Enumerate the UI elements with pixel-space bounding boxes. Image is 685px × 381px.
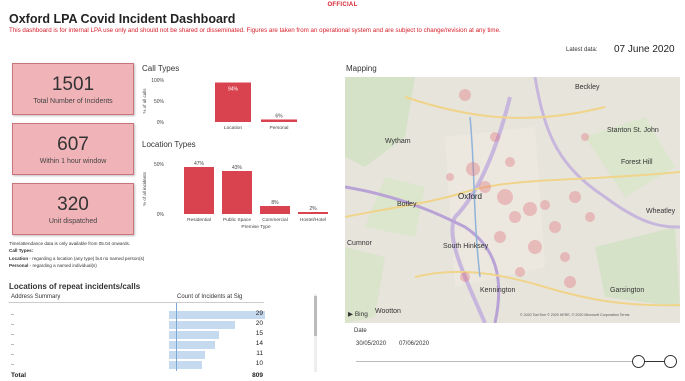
x-axis-label: Premise Type xyxy=(241,224,271,230)
mapping-title: Mapping xyxy=(346,64,377,73)
map-label-botley: Botley xyxy=(397,201,417,208)
kpi-value: 1501 xyxy=(51,74,95,95)
bar xyxy=(222,171,252,214)
date-slider-track[interactable] xyxy=(356,361,640,362)
latest-data-value: 07 June 2020 xyxy=(614,44,675,55)
disclaimer-text: This dashboard is for internal LPA use o… xyxy=(9,27,501,34)
notes-location-desc: - regarding a location (any type) but no… xyxy=(28,255,145,261)
kpi-label: Total Number of Incidents xyxy=(33,98,113,105)
table-row-count[interactable]: 10 xyxy=(169,360,265,367)
bar xyxy=(184,167,214,214)
map-copyright[interactable]: © 2020 TomTom © 2020 HERE, © 2020 Micros… xyxy=(520,313,629,317)
map-label-wootton: Wootton xyxy=(375,308,401,315)
date-end-input[interactable]: 07/06/2020 xyxy=(399,339,429,350)
header-divider xyxy=(9,302,264,303)
location-types-title: Location Types xyxy=(142,140,196,149)
total-value: 809 xyxy=(252,372,263,379)
y-axis-label: % of all calls xyxy=(142,88,147,114)
notes-personal-desc: - regarding a named individual(s) xyxy=(28,263,97,269)
repeat-locations-title: Locations of repeat incidents/calls xyxy=(9,282,141,291)
notes-location-term: Location xyxy=(9,255,29,261)
row-marker xyxy=(11,354,14,355)
map-label-oxford: Oxford xyxy=(458,192,483,201)
y-axis-label: % of all incidents xyxy=(142,171,147,206)
row-marker xyxy=(11,364,14,365)
bar xyxy=(298,212,328,214)
y-tick-label: 100% xyxy=(151,78,164,84)
repeat-locations-table[interactable]: Address Summary Count of Incidents at Si… xyxy=(9,294,317,380)
table-row-count[interactable]: 20 xyxy=(169,320,265,327)
kpi-value: 320 xyxy=(57,194,89,215)
map-label-wytham: Wytham xyxy=(385,138,411,145)
date-filter-label: Date xyxy=(354,328,367,334)
incident-map[interactable]: Beckley Wytham Stanton St. John Forest H… xyxy=(345,77,680,323)
data-label: 94% xyxy=(228,87,239,93)
kpi-card-within-hour[interactable]: 607 Within 1 hour window xyxy=(12,123,134,175)
data-label: 6% xyxy=(275,113,283,119)
column-marker xyxy=(176,303,177,371)
bar xyxy=(261,119,297,122)
x-tick-label: Personal xyxy=(270,125,289,131)
data-label: 43% xyxy=(232,165,243,171)
table-row-count[interactable]: 15 xyxy=(169,330,265,337)
map-label-garsington: Garsington xyxy=(610,287,645,294)
map-label-stanton: Stanton St. John xyxy=(607,127,659,134)
x-tick-label: Residential xyxy=(187,217,211,223)
x-tick-label: Commercial xyxy=(262,217,288,223)
col-header-count[interactable]: Count of Incidents at Sig xyxy=(177,294,242,300)
kpi-card-total-incidents[interactable]: 1501 Total Number of Incidents xyxy=(12,63,134,115)
notes-call-types-heading: Call Types: xyxy=(9,248,34,254)
call-types-title: Call Types xyxy=(142,64,180,73)
map-label-wheatley: Wheatley xyxy=(646,208,676,215)
col-header-address[interactable]: Address Summary xyxy=(11,294,60,300)
table-row-count[interactable]: 29 xyxy=(169,310,265,317)
bing-label: Bing xyxy=(354,311,368,318)
row-marker xyxy=(11,314,14,315)
location-types-chart[interactable]: % of all incidents 50% 0% 47% Residential 43%… xyxy=(140,152,330,240)
kpi-value: 607 xyxy=(57,134,89,155)
kpi-label: Unit dispatched xyxy=(48,218,98,225)
bing-icon: ▶ xyxy=(348,311,353,318)
y-tick-label: 0% xyxy=(157,212,165,218)
date-start-input[interactable]: 30/05/2020 xyxy=(356,339,386,350)
page-title: Oxford LPA Covid Incident Dashboard xyxy=(9,12,236,26)
map-label-cumnor: Cumnor xyxy=(347,240,372,247)
y-tick-label: 50% xyxy=(154,162,165,168)
table-scroll-thumb[interactable] xyxy=(314,296,317,336)
date-slider-end-handle[interactable] xyxy=(664,355,677,368)
y-tick-label: 50% xyxy=(154,99,165,105)
call-types-chart[interactable]: % of all calls 100% 50% 0% 94% Location 6% Pers… xyxy=(140,76,310,138)
x-tick-label: Hostel/Hotel xyxy=(300,217,326,223)
row-marker xyxy=(11,334,14,335)
data-label: 2% xyxy=(309,206,317,212)
notes-personal-term: Personal xyxy=(9,263,29,269)
table-row-count[interactable]: 14 xyxy=(169,340,265,347)
table-row-count[interactable]: 11 xyxy=(169,350,265,357)
official-marking: OFFICIAL xyxy=(327,2,358,8)
row-marker xyxy=(11,324,14,325)
map-label-south-hinksey: South Hinksey xyxy=(443,243,489,250)
x-tick-label: Location xyxy=(224,125,242,131)
total-label: Total xyxy=(11,372,27,379)
map-label-forest-hill: Forest Hill xyxy=(621,159,653,166)
map-label-kennington: Kennington xyxy=(480,287,516,294)
bar xyxy=(260,206,290,214)
latest-data-label: Latest data: xyxy=(566,47,598,53)
x-tick-label: Public Space xyxy=(223,217,251,223)
data-label: 8% xyxy=(271,200,279,206)
data-label: 47% xyxy=(194,161,205,167)
kpi-card-unit-dispatched[interactable]: 320 Unit dispatched xyxy=(12,183,134,235)
bing-logo: ▶ Bing xyxy=(348,310,368,318)
y-tick-label: 0% xyxy=(157,120,165,126)
map-label-beckley: Beckley xyxy=(575,84,600,91)
notes-text: Time/attendance data is only available f… xyxy=(9,240,144,270)
date-slider-start-handle[interactable] xyxy=(632,355,645,368)
kpi-label: Within 1 hour window xyxy=(39,158,107,165)
row-marker xyxy=(11,344,14,345)
notes-line: Time/attendance data is only available f… xyxy=(9,241,131,246)
